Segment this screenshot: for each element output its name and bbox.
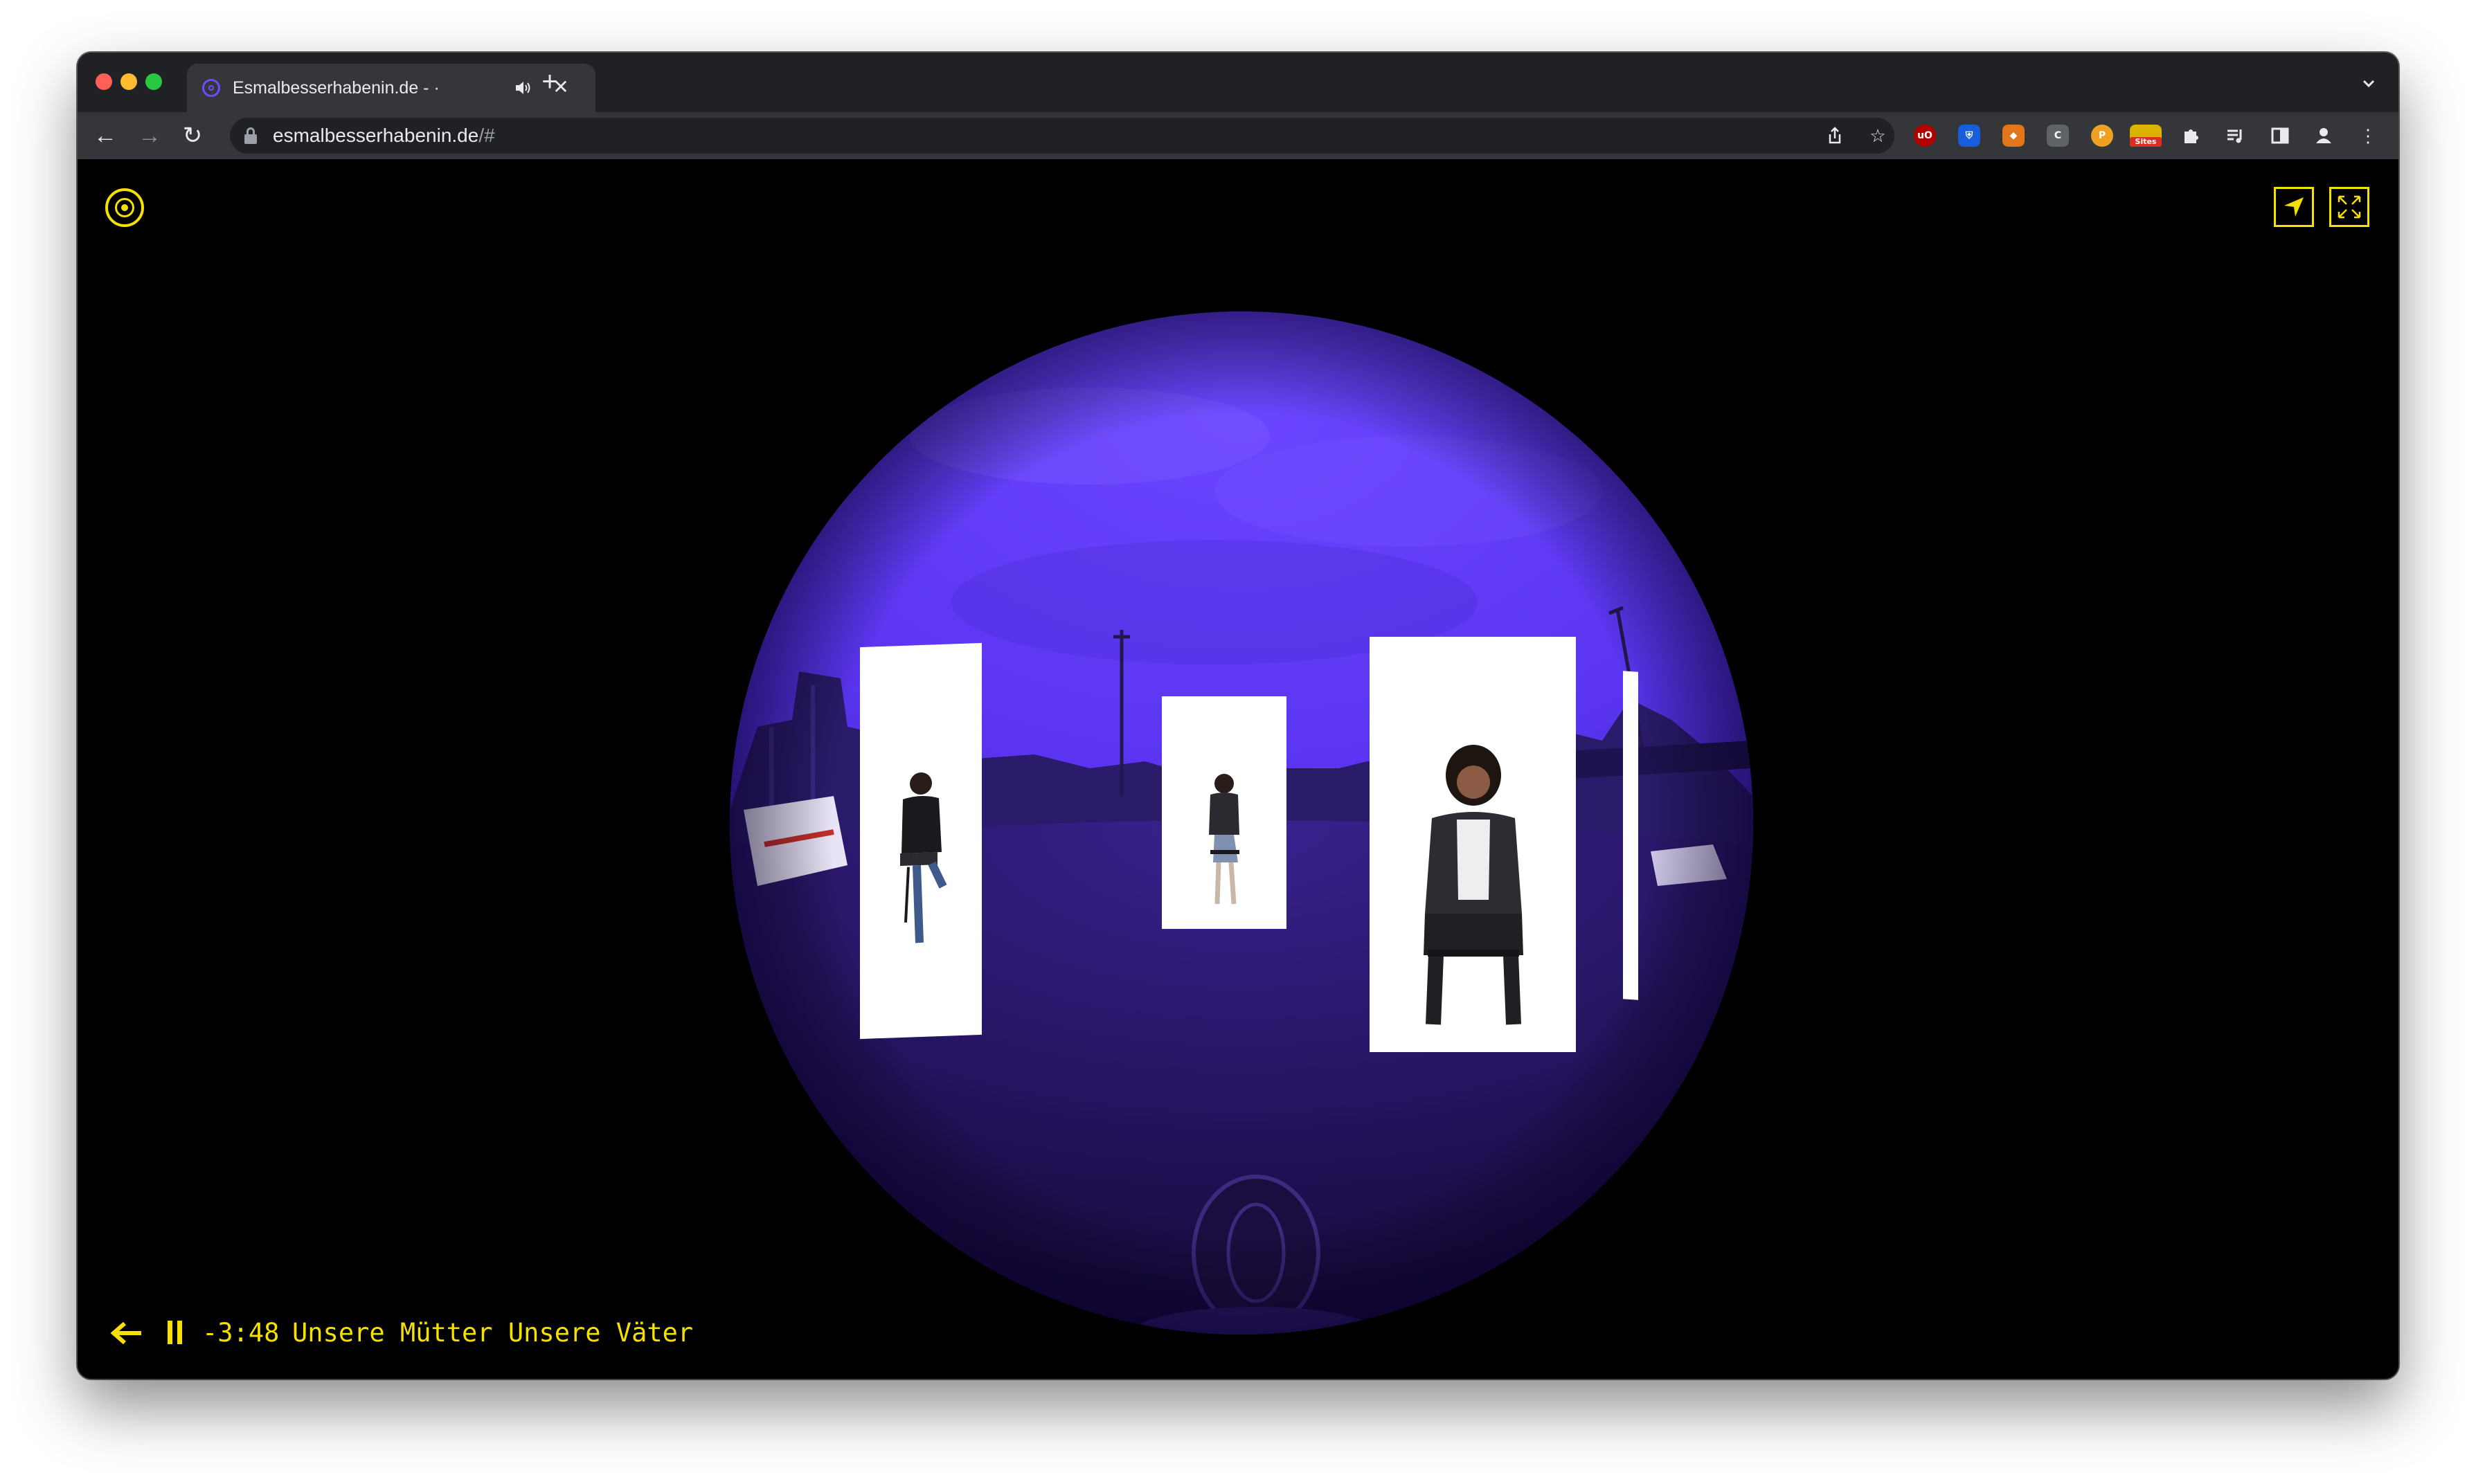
url-host: esmalbesserhabenin.de: [273, 125, 479, 146]
url-text[interactable]: esmalbesserhabenin.de/#: [273, 125, 495, 147]
compass-navigation-button[interactable]: [2274, 187, 2314, 227]
p-extension-icon[interactable]: P: [2091, 125, 2113, 147]
tab-strip: Esmalbesserhabenin.de - · ✕ +: [78, 53, 2398, 112]
sites-badge: Sites: [2130, 137, 2162, 147]
browser-menu-icon[interactable]: ⋮: [2356, 123, 2380, 148]
navigation-arrow-icon: [2284, 197, 2304, 217]
share-icon[interactable]: [1822, 123, 1847, 148]
bookmark-star-icon[interactable]: ☆: [1865, 123, 1890, 148]
forward-button[interactable]: →: [134, 120, 165, 151]
target-icon: [202, 79, 220, 97]
panorama-sphere-viewer[interactable]: [730, 311, 1753, 1334]
back-arrow-button[interactable]: [109, 1319, 144, 1347]
site-logo-button[interactable]: [105, 188, 144, 227]
c-extension-icon[interactable]: C: [2047, 125, 2069, 147]
extensions-puzzle-icon[interactable]: [2178, 123, 2203, 148]
browser-window: Esmalbesserhabenin.de - · ✕ + ← → ↻ esma…: [78, 53, 2398, 1379]
address-bar[interactable]: esmalbesserhabenin.de/# ☆: [230, 118, 1894, 154]
new-tab-button[interactable]: +: [536, 68, 564, 96]
metamask-icon[interactable]: ◆: [2002, 125, 2025, 147]
fullscreen-icon: [2338, 195, 2361, 219]
pause-button[interactable]: [168, 1321, 186, 1347]
speaker-icon[interactable]: [512, 78, 533, 98]
browser-toolbar: ← → ↻ esmalbesserhabenin.de/# ☆ uO ⛨ ◆ C…: [78, 112, 2398, 159]
tab-search-button[interactable]: [2357, 72, 2380, 96]
sites-extension-icon[interactable]: Sites: [2130, 125, 2162, 147]
maximize-window-button[interactable]: [145, 73, 162, 90]
track-title: Unsere Mütter Unsere Väter: [292, 1318, 694, 1348]
portrait-panel-3[interactable]: [1370, 637, 1576, 1052]
seated-person-figure: [1424, 745, 1523, 1025]
profile-icon[interactable]: [2311, 123, 2336, 148]
portrait-panel-1[interactable]: [860, 642, 982, 1040]
url-path: /#: [478, 125, 495, 146]
arrow-left-icon: [110, 1321, 141, 1345]
reload-button[interactable]: ↻: [177, 120, 208, 151]
close-window-button[interactable]: [96, 73, 112, 90]
portrait-panel-2[interactable]: [1162, 696, 1286, 929]
media-controls-icon[interactable]: [2223, 123, 2248, 148]
minimize-window-button[interactable]: [120, 73, 137, 90]
seated-person-figure: [900, 772, 947, 943]
fullscreen-button[interactable]: [2329, 187, 2369, 227]
portrait-panel-4[interactable]: [1623, 671, 1638, 1000]
bitwarden-icon[interactable]: ⛨: [1958, 125, 1980, 147]
lock-icon[interactable]: [244, 127, 258, 144]
ublock-icon[interactable]: uO: [1914, 125, 1936, 147]
seated-person-figure: [1209, 774, 1239, 905]
web-page: -3:48 Unsere Mütter Unsere Väter: [78, 159, 2398, 1379]
active-tab[interactable]: Esmalbesserhabenin.de - · ✕: [187, 64, 595, 112]
side-panel-icon[interactable]: [2267, 123, 2292, 148]
tab-title: Esmalbesserhabenin.de - ·: [233, 78, 440, 98]
back-button[interactable]: ←: [90, 120, 120, 151]
remaining-time: -3:48: [202, 1318, 280, 1348]
